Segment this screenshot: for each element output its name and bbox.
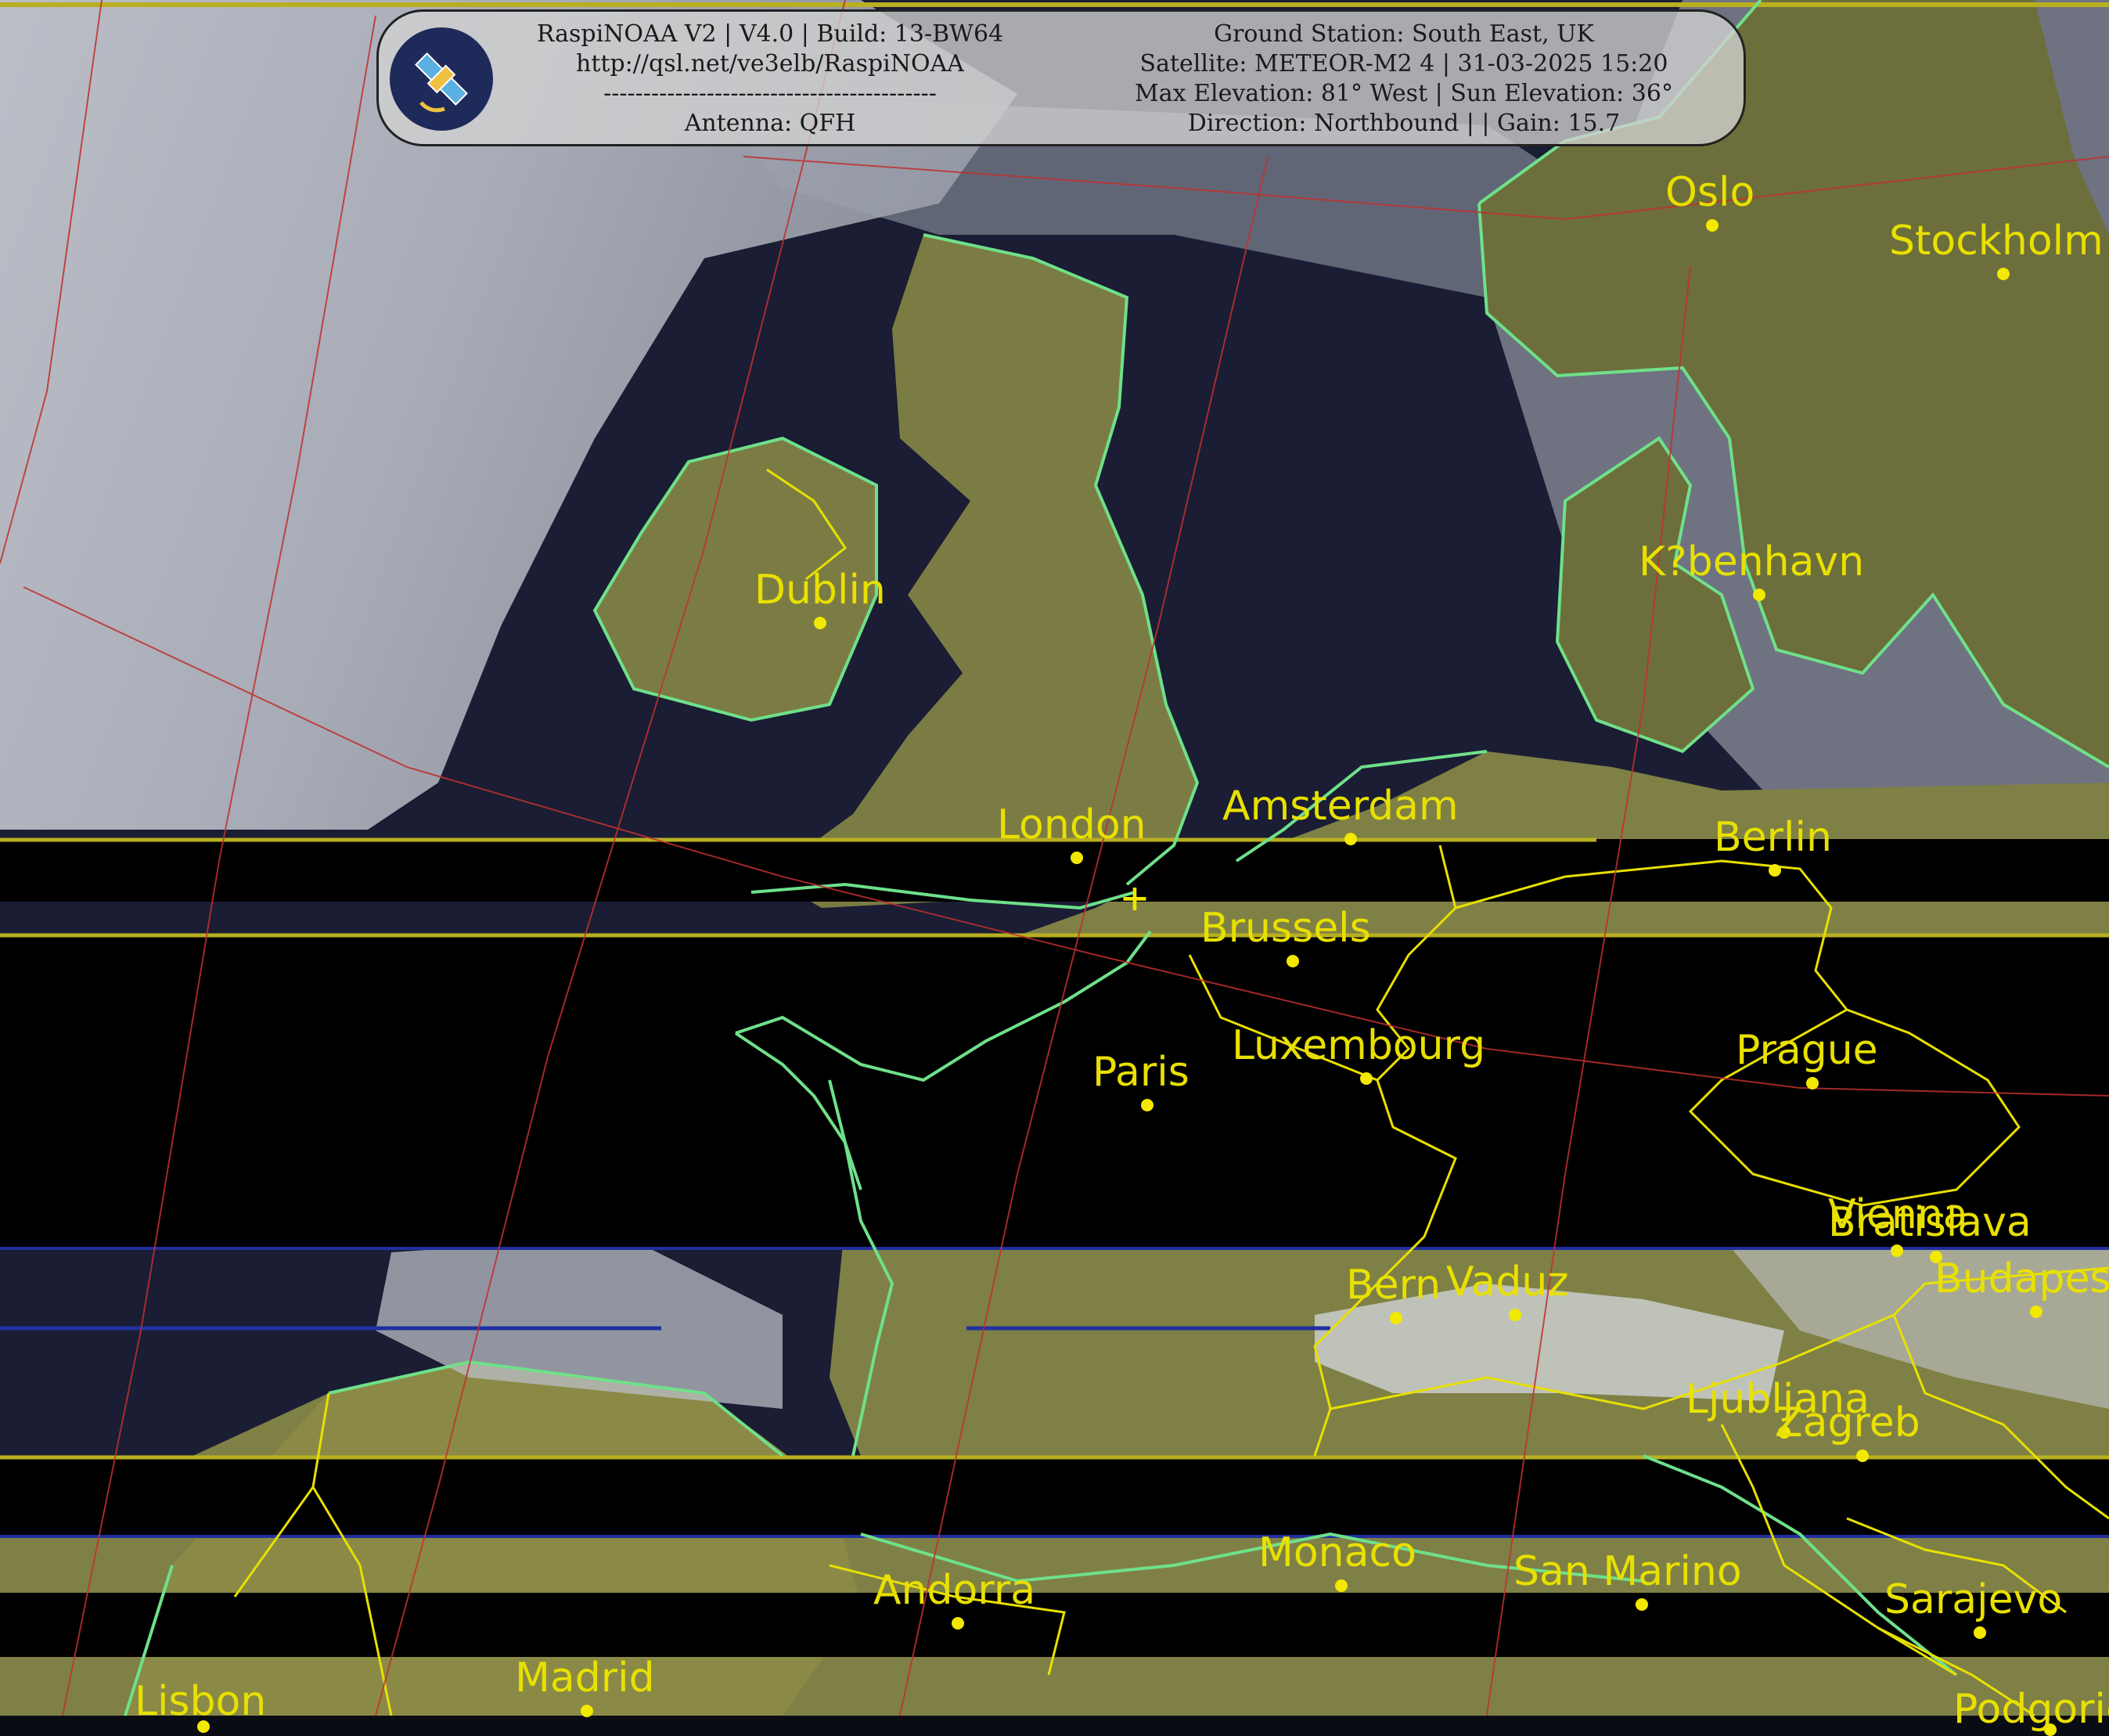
elevation-info: Max Elevation: 81° West | Sun Elevation:… [1135, 80, 1673, 107]
city-label: Oslo [1665, 169, 1755, 216]
direction-info: Direction: Northbound | | Gain: 15.7 [1187, 110, 1621, 137]
city-label: Paris [1092, 1049, 1189, 1096]
city-marker [197, 1720, 210, 1733]
city-marker [1071, 852, 1083, 864]
satellite-icon [390, 27, 493, 131]
city-marker [1706, 219, 1719, 232]
city-label: Madrid [515, 1655, 655, 1702]
antenna-info: Antenna: QFH [684, 110, 856, 137]
software-version: RaspiNOAA V2 | V4.0 | Build: 13-BW64 [536, 20, 1004, 48]
city-marker [1636, 1598, 1648, 1611]
city-label: Amsterdam [1222, 783, 1459, 830]
city-label: Bern [1346, 1262, 1441, 1309]
city-marker [814, 617, 826, 629]
ground-station: Ground Station: South East, UK [1214, 20, 1594, 48]
city-marker [1974, 1626, 1986, 1639]
city-label: San Marino [1513, 1548, 1742, 1595]
city-marker [1509, 1309, 1521, 1321]
city-marker [1806, 1077, 1819, 1090]
city-label: Berlin [1714, 814, 1832, 861]
city-label: Andorra [873, 1567, 1036, 1614]
city-label: K?benhavn [1639, 538, 1865, 585]
city-label: Stockholm [1889, 218, 2104, 265]
header-separator: ----------------------------------------… [603, 80, 937, 107]
city-marker [1287, 955, 1299, 967]
city-marker [1997, 268, 2010, 280]
city-marker [1769, 864, 1781, 877]
signal-dropout-band [0, 935, 2109, 1248]
satellite-info: Satellite: METEOR-M2 4 | 31-03-2025 15:2… [1139, 50, 1668, 77]
city-marker [1891, 1244, 1903, 1257]
city-label: Luxembourg [1232, 1022, 1486, 1069]
city-label: London [997, 801, 1146, 848]
header-right-column: Ground Station: South East, UK Satellite… [1067, 20, 1740, 139]
city-label: Prague [1736, 1027, 1878, 1074]
city-label: Monaco [1258, 1529, 1416, 1576]
city-marker [1390, 1312, 1402, 1324]
city-label: Bratislava [1828, 1199, 2032, 1246]
city-label: Zagreb [1775, 1399, 1920, 1446]
city-label: Vaduz [1446, 1259, 1569, 1306]
software-url: http://qsl.net/ve3elb/RaspiNOAA [576, 50, 964, 77]
city-marker [1856, 1450, 1869, 1462]
city-marker [1335, 1579, 1348, 1592]
city-label: Budapest [1934, 1255, 2109, 1302]
city-label: Brussels [1200, 905, 1371, 952]
crosshair-icon: + [1121, 873, 1148, 924]
city-marker [1344, 833, 1357, 845]
city-label: Podgorica [1953, 1686, 2109, 1733]
city-label: Dublin [754, 567, 886, 614]
city-marker [1360, 1072, 1373, 1085]
pass-info-header: RaspiNOAA V2 | V4.0 | Build: 13-BW64 htt… [376, 9, 1746, 146]
city-marker [1141, 1099, 1153, 1111]
city-marker [952, 1617, 964, 1630]
city-label: Sarajevo [1884, 1576, 2063, 1623]
city-label: Lisbon [135, 1678, 267, 1725]
city-marker [1753, 589, 1765, 601]
header-left-column: RaspiNOAA V2 | V4.0 | Build: 13-BW64 htt… [512, 20, 1028, 139]
city-marker [2030, 1306, 2042, 1318]
